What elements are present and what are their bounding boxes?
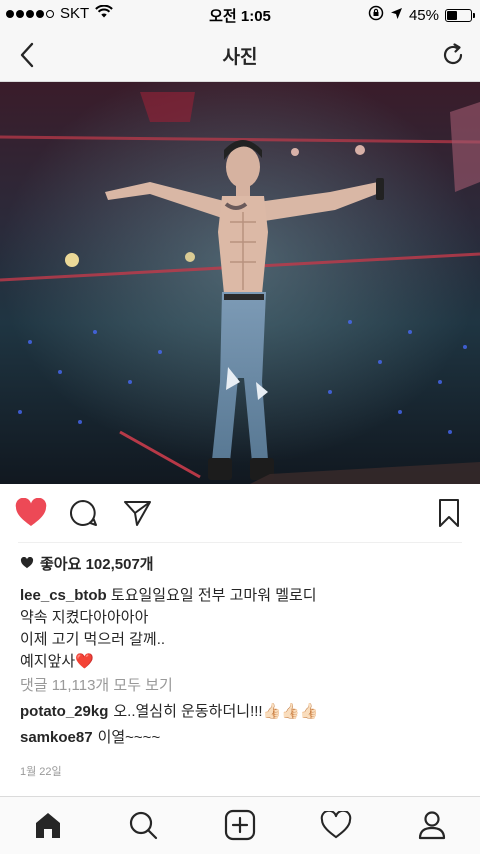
- comment: samkoe87 이열~~~~: [20, 725, 460, 751]
- heart-icon[interactable]: [14, 496, 48, 530]
- comment-text: 이열~~~~: [97, 729, 161, 746]
- location-icon: [390, 7, 403, 24]
- tab-bar: [0, 796, 480, 854]
- page-title: 사진: [222, 47, 258, 68]
- add-icon[interactable]: [222, 807, 258, 843]
- post-details: 좋아요 102,507개 lee_cs_btob 토요일일요일 전부 고마워 멜…: [20, 553, 460, 783]
- comment-text: 오..열심히 운동하더니!!!👍🏻👍🏻👍🏻: [113, 703, 319, 720]
- divider: [18, 542, 462, 543]
- share-icon[interactable]: [120, 496, 154, 530]
- post-photo[interactable]: [0, 82, 480, 484]
- likes-count[interactable]: 좋아요 102,507개: [20, 553, 460, 577]
- caption-text-line: 예지앞사❤️: [20, 653, 94, 670]
- heart-small-icon: [20, 554, 34, 576]
- rotation-lock-icon: [368, 5, 384, 25]
- comment: potato_29kg 오..열심히 운동하더니!!!👍🏻👍🏻👍🏻: [20, 699, 460, 725]
- battery-percent: 45%: [408, 6, 439, 24]
- home-icon[interactable]: [30, 807, 66, 843]
- navigation-bar: 사진: [0, 28, 480, 82]
- caption: lee_cs_btob 토요일일요일 전부 고마워 멜로디 약속 지켰다아아아아…: [20, 585, 460, 673]
- post-actions: [0, 484, 480, 542]
- comment-username[interactable]: potato_29kg: [20, 701, 108, 723]
- comment-username[interactable]: samkoe87: [20, 727, 93, 749]
- comment-icon[interactable]: [66, 496, 100, 530]
- search-icon[interactable]: [125, 807, 161, 843]
- caption-text-line: 이제 고기 먹으러 갈께..: [20, 631, 166, 648]
- activity-icon[interactable]: [318, 807, 354, 843]
- status-bar: SKT 오전 1:05 45%: [0, 0, 480, 28]
- caption-text-line: 토요일일요일 전부 고마워 멜로디: [110, 587, 317, 604]
- refresh-icon[interactable]: [436, 38, 470, 72]
- post-date: 1월 22일: [20, 766, 62, 778]
- caption-username[interactable]: lee_cs_btob: [20, 587, 107, 604]
- bookmark-icon[interactable]: [432, 496, 466, 530]
- battery-icon: [445, 8, 475, 22]
- view-all-comments-link[interactable]: 댓글 11,113개 모두 보기: [20, 675, 460, 699]
- likes-label: 좋아요 102,507개: [40, 556, 154, 573]
- caption-text-line: 약속 지켰다아아아아: [20, 609, 149, 626]
- profile-icon[interactable]: [414, 807, 450, 843]
